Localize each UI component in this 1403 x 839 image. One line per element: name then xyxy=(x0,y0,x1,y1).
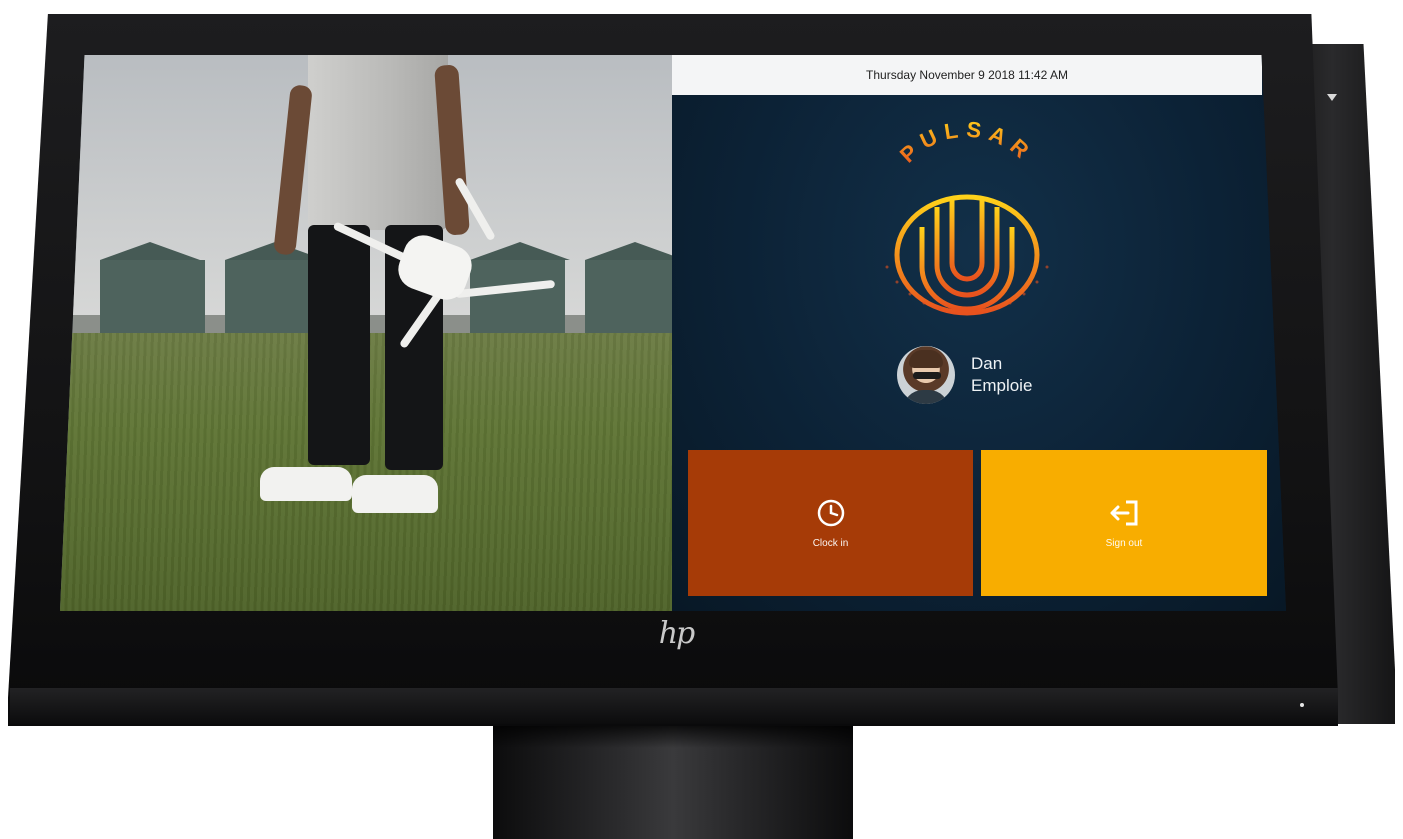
display-screen: Thursday November 9 2018 11:42 AM PULSAR xyxy=(60,55,1286,611)
sign-out-button[interactable]: Sign out xyxy=(981,450,1267,596)
photo-person-shoe xyxy=(352,475,438,513)
hp-logo: hp xyxy=(658,616,696,651)
background-photo xyxy=(60,55,672,611)
kiosk-panel: Thursday November 9 2018 11:42 AM PULSAR xyxy=(672,55,1286,611)
avatar-hair xyxy=(909,350,943,368)
avatar-glasses xyxy=(913,372,941,379)
kiosk-product-photo: hp Thursday November 9 2018 11:42 AM PUL… xyxy=(0,0,1403,839)
user-name: Dan Emploie xyxy=(971,353,1032,397)
pulsar-logo: PULSAR xyxy=(862,116,1072,317)
date-time-bar: Thursday November 9 2018 11:42 AM xyxy=(672,55,1262,95)
photo-beach-hut xyxy=(225,242,325,335)
stand-shadow xyxy=(493,726,853,748)
photo-person-leg xyxy=(308,225,370,465)
side-indicator-icon xyxy=(1327,94,1337,101)
avatar xyxy=(897,346,955,404)
photo-beach-hut xyxy=(585,242,672,335)
sign-out-label: Sign out xyxy=(1105,537,1143,549)
monitor-chin xyxy=(10,688,1338,724)
photo-person-torso xyxy=(308,55,448,230)
avatar-shirt xyxy=(903,390,949,404)
clock-icon xyxy=(817,499,844,526)
clock-in-button[interactable]: Clock in xyxy=(688,450,973,596)
logo-rings xyxy=(894,194,1040,316)
photo-beach-hut xyxy=(470,242,570,335)
photo-person-shoe xyxy=(260,467,352,501)
clock-in-label: Clock in xyxy=(812,537,849,549)
user-first-name: Dan xyxy=(971,354,1003,373)
sign-out-icon xyxy=(1110,500,1138,525)
user-info: Dan Emploie xyxy=(897,343,1117,407)
date-time-text: Thursday November 9 2018 11:42 AM xyxy=(866,68,1068,82)
power-indicator xyxy=(1300,703,1304,707)
user-last-name: Emploie xyxy=(971,376,1033,395)
photo-beach-hut xyxy=(100,242,205,335)
logo-brand-text: PULSAR xyxy=(895,117,1039,168)
pulsar-logo-mark: PULSAR xyxy=(885,116,1049,316)
